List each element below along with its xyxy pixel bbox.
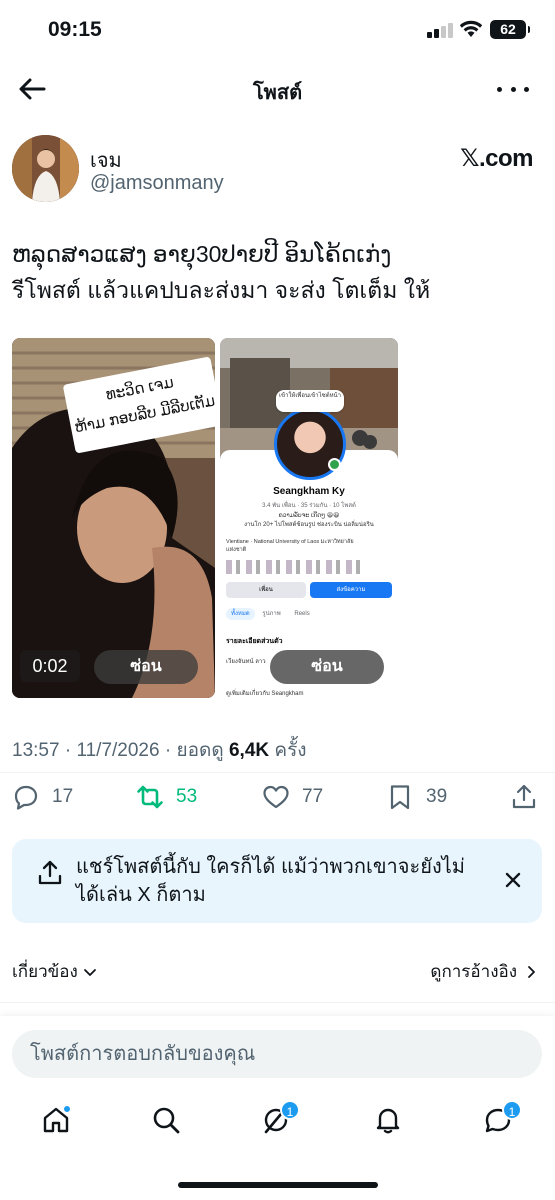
author-avatar[interactable]: [12, 135, 79, 202]
share-button[interactable]: [510, 778, 538, 816]
profile-more-link: ดูเพิ่มเติมเกี่ยวกับ Seangkham: [226, 691, 304, 697]
views-suffix: ครั้ง: [274, 740, 307, 761]
hide-media-button[interactable]: ซ่อน: [94, 650, 198, 684]
share-banner: แชร์โพสต์นี้กับ ใครก็ได้ แม้ว่าพวกเขาจะย…: [12, 839, 542, 923]
profile-tabs: ทั้งหมด รูปภาพ Reels: [226, 608, 322, 620]
tab-all: ทั้งหมด: [226, 608, 255, 620]
bookmark-button[interactable]: 39: [386, 778, 447, 816]
profile-name: Seangkham Ky: [273, 486, 345, 497]
tab-photos: รูปภาพ: [262, 611, 281, 617]
divider: [0, 1002, 555, 1003]
reply-input[interactable]: [12, 1030, 542, 1078]
profile-bio-line: ຄວາມລັບຈະ ເກີດໆ 😆😆: [278, 513, 340, 519]
redacted-text: [226, 560, 366, 574]
bell-icon: [376, 1108, 400, 1134]
post-time: 13:57: [12, 740, 60, 761]
post-date: 11/7/2026: [76, 740, 160, 761]
share-icon: [38, 860, 62, 885]
heart-icon: [263, 785, 289, 809]
bookmark-count: 39: [426, 786, 448, 807]
view-quotes-link[interactable]: ดูการอ้างอิง: [430, 958, 539, 985]
page-title: โพสต์: [252, 82, 303, 104]
more-dot-icon: [510, 86, 516, 92]
share-icon: [512, 784, 536, 809]
profile-stats: 3.4 พัน เพื่อน · 35 ร่วมกัน · 10 โพสต์: [262, 503, 356, 509]
repost-icon: [137, 785, 163, 809]
wifi-icon: [459, 20, 483, 37]
profile-location: เวียงจันทน์ ลาว: [226, 659, 266, 665]
x-logo-badge: 𝕏.com: [460, 145, 533, 172]
post-header: โพสต์: [0, 60, 555, 118]
nav-messages[interactable]: 1: [468, 1090, 528, 1150]
repost-button[interactable]: 53: [136, 778, 197, 816]
profile-bio: ຄວາມລັບຈະ ເກີດໆ 😆😆 งานโก 20+ ไปโพสต์ช้อน…: [230, 512, 388, 530]
home-indicator: [178, 1182, 378, 1188]
bookmark-icon: [390, 785, 410, 810]
like-count: 77: [302, 786, 324, 807]
post-text-line: รีโพสต์ แล้วแคปบละส่งมา จะส่ง โตเต็ม ให้: [12, 277, 431, 303]
author-handle[interactable]: @jamsonmany: [90, 172, 224, 195]
more-dot-icon: [497, 86, 502, 92]
divider: [0, 772, 555, 773]
battery-icon: 62: [490, 20, 530, 39]
nav-search[interactable]: [136, 1090, 196, 1150]
reply-count: 17: [52, 786, 74, 807]
like-button[interactable]: 77: [262, 778, 323, 816]
tab-reels: Reels: [294, 611, 310, 617]
status-bar: 09:15 62: [0, 0, 555, 60]
more-dot-icon: [524, 86, 529, 92]
quotes-label: ดูการอ้างอิง: [430, 962, 517, 981]
media-image[interactable]: เข้าให้เพื่อนเข้าไซต์หน้า Seangkham Ky 3…: [220, 338, 398, 698]
close-icon[interactable]: [502, 869, 524, 891]
action-bar: 17 53 77 39: [0, 778, 555, 816]
media-video[interactable]: ທະວິດ ເຈມ ຫ້າມ ກອບລີບ ມີລີບເຕັມ 0:02 ซ่อ…: [12, 338, 215, 698]
signal-icon: [427, 22, 453, 38]
nav-grok[interactable]: 1: [246, 1090, 306, 1150]
reply-button[interactable]: 17: [12, 778, 73, 816]
view-count: 6,4K: [228, 740, 270, 761]
friends-button: เพื่อน: [226, 582, 306, 598]
profile-bio-line: งานโก 20+ ไปโพสต์ช้อนรูป ช่องระบิน น่อลิ…: [244, 522, 374, 528]
online-status-icon: [328, 458, 341, 471]
messages-badge: 1: [502, 1100, 522, 1120]
profile-info-line: Vientiane · National University of Laos …: [226, 539, 354, 545]
profile-info-line: แห่งชาติ: [226, 547, 247, 553]
nav-notifications[interactable]: [358, 1090, 418, 1150]
status-time: 09:15: [48, 18, 102, 41]
search-icon: [153, 1107, 180, 1134]
profile-info: Vientiane · National University of Laos …: [226, 538, 394, 554]
views-label: ยอดดู: [176, 740, 224, 761]
avatar-photo: [12, 135, 79, 202]
post-meta: 13:57 · 11/7/2026 · ยอดดู 6,4K ครั้ง: [12, 740, 307, 761]
profile-note-bubble: เข้าให้เพื่อนเข้าไซต์หน้า: [276, 390, 344, 412]
related-sort-button[interactable]: เกี่ยวข้อง: [12, 958, 98, 985]
post-text-line: ຫລຸດສາວແສງ ອາຍຸ30ປາຍປີ ອິນໂຄ້ດເກ່ງ: [12, 241, 392, 267]
hide-media-button[interactable]: ซ่อน: [270, 650, 384, 684]
related-label: เกี่ยวข้อง: [12, 962, 78, 981]
profile-section-title: รายละเอียดส่วนตัว: [226, 638, 283, 645]
repost-count: 53: [176, 786, 198, 807]
post-text: ຫລຸດສາວແສງ ອາຍຸ30ປາຍປີ ອິນໂຄ້ດເກ່ງ รีโพส…: [12, 236, 542, 308]
home-notification-dot: [62, 1104, 72, 1114]
chevron-right-icon: [528, 965, 535, 978]
more-options-button[interactable]: [497, 74, 529, 104]
video-duration: 0:02: [20, 650, 80, 682]
message-button: ส่งข้อความ: [310, 582, 392, 598]
reply-icon: [14, 785, 38, 810]
nav-home[interactable]: [26, 1090, 86, 1150]
share-banner-text: แชร์โพสต์นี้กับ ใครก็ได้ แม้ว่าพวกเขาจะย…: [76, 856, 465, 906]
grok-badge: 1: [280, 1100, 300, 1120]
chevron-down-icon: [83, 968, 96, 976]
